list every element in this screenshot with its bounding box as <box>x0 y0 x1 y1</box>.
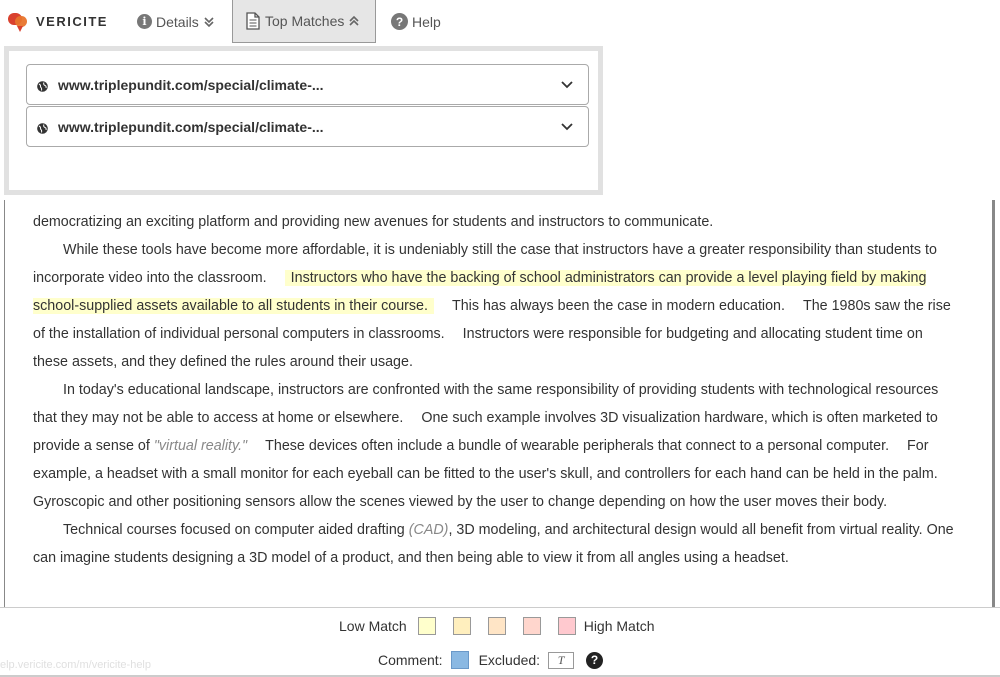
tab-details[interactable]: i Details <box>137 0 215 43</box>
annotation-legend: Comment: Excluded: T ? <box>378 650 604 670</box>
match-item[interactable]: www.triplepundit.com/special/climate-... <box>26 64 589 105</box>
logo-bubbles-icon <box>8 10 30 32</box>
match-url: www.triplepundit.com/special/climate-... <box>58 118 324 135</box>
question-icon: ? <box>391 13 408 30</box>
excluded-swatch: T <box>548 651 575 669</box>
match-swatch-3 <box>487 617 506 635</box>
match-swatch-1 <box>417 617 436 635</box>
tab-top-matches-label: Top Matches <box>265 13 345 29</box>
comment-label: Comment: <box>378 652 443 668</box>
tab-details-label: Details <box>156 13 199 30</box>
chevron-down-icon[interactable] <box>560 122 574 132</box>
document-viewer[interactable]: democratizing an exciting platform and p… <box>4 200 995 607</box>
info-icon: i <box>137 14 152 29</box>
excluded-label: Excluded: <box>478 652 541 668</box>
double-chevron-up-icon <box>348 15 360 27</box>
paragraph: Technical courses focused on computer ai… <box>33 522 954 566</box>
top-matches-panel: www.triplepundit.com/special/climate-...… <box>4 46 603 195</box>
high-match-label: High Match <box>583 618 655 634</box>
comment-swatch <box>450 651 469 669</box>
paragraph: democratizing an exciting platform and p… <box>33 214 714 230</box>
legend-help-icon[interactable]: ? <box>586 651 604 669</box>
double-chevron-down-icon <box>203 16 215 28</box>
tab-top-matches[interactable]: Top Matches <box>232 0 376 43</box>
status-bar-url: elp.vericite.com/m/vericite-help <box>0 659 151 671</box>
paragraph: While these tools have become more affor… <box>33 242 951 370</box>
document-icon <box>245 12 261 30</box>
brand-name: VERICITE <box>36 13 108 29</box>
chevron-down-icon[interactable] <box>560 80 574 90</box>
tab-help[interactable]: ? Help <box>391 0 441 43</box>
low-match-label: Low Match <box>339 618 407 634</box>
match-scale: Low Match High Match <box>339 616 655 636</box>
document-text: democratizing an exciting platform and p… <box>33 208 958 572</box>
match-swatch-5 <box>557 617 576 635</box>
match-swatch-2 <box>452 617 471 635</box>
match-url: www.triplepundit.com/special/climate-... <box>58 76 324 93</box>
globe-icon <box>37 79 48 92</box>
top-nav: VERICITE i Details Top Matches ? Help <box>0 0 1000 44</box>
paragraph: In today's educational landscape, instru… <box>33 382 939 510</box>
tab-help-label: Help <box>412 13 441 30</box>
globe-icon <box>37 121 48 134</box>
match-swatch-4 <box>522 617 541 635</box>
vericite-logo: VERICITE <box>8 10 108 32</box>
match-item[interactable]: www.triplepundit.com/special/climate-... <box>26 106 589 147</box>
